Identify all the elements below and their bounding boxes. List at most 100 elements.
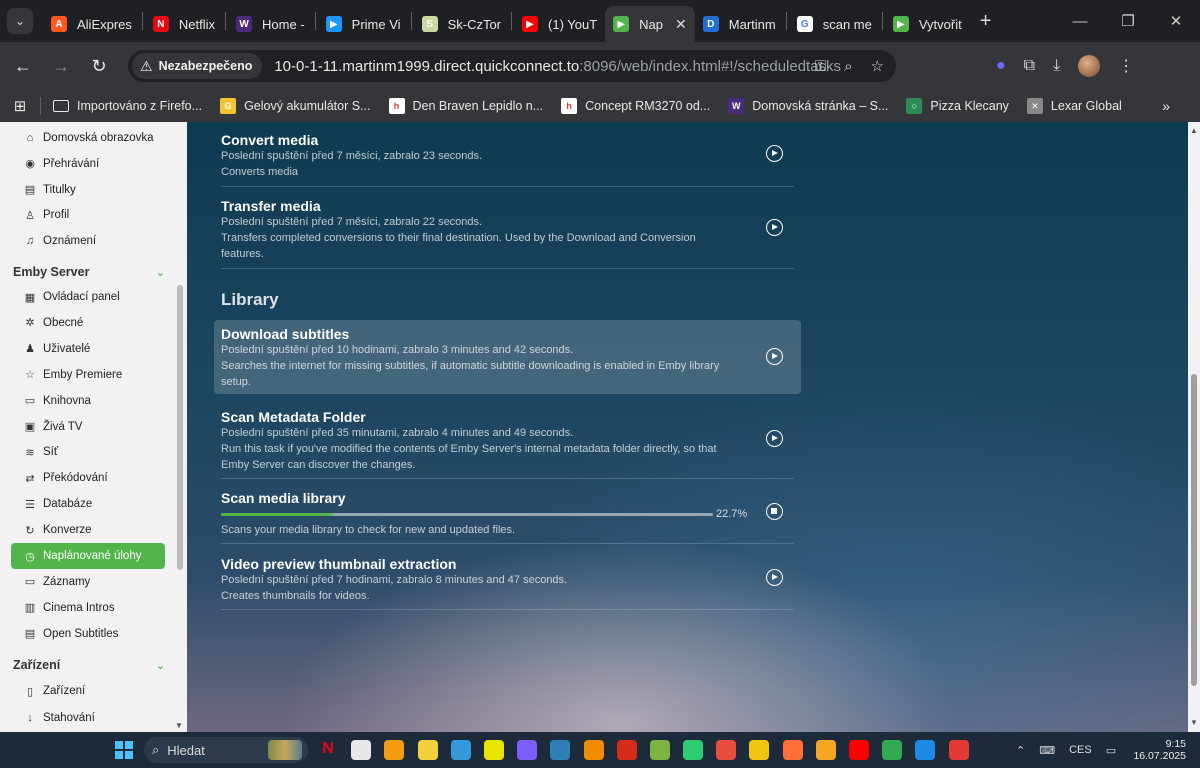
sidebar-item-home[interactable]: ⌂ Domovská obrazovka [11,125,165,151]
tab-9[interactable]: ▶ Vytvořit [885,7,970,41]
taskbar-app-icon[interactable] [483,740,504,760]
tray-chevron-icon[interactable]: ⌃ [1016,744,1025,757]
new-tab-button[interactable]: + [980,10,992,33]
extension-icon[interactable]: ● [996,57,1006,75]
sidebar-item-devices[interactable]: ▯ Zařízení [11,678,165,704]
sidebar-item-wifi[interactable]: ≋ Síť [11,439,165,465]
sidebar-item-folder[interactable]: ▭ Knihovna [11,388,165,414]
keyboard-icon[interactable]: ⌨ [1039,744,1055,757]
sidebar-item-convert[interactable]: ↻ Konverze [11,517,165,543]
sidebar-item-settings[interactable]: ✲ Obecné [11,310,165,336]
address-bar[interactable]: ⚠ Nezabezpečeno 10-0-1-11.martinm1999.di… [128,50,896,82]
extensions-puzzle-icon[interactable]: ⧉ [1024,57,1035,75]
bookmark-item[interactable]: h Den Braven Lepidlo n... [388,98,543,114]
clock[interactable]: 9:15 16.07.2025 [1133,738,1186,762]
minimize-button[interactable]: — [1056,13,1104,30]
bookmark-item[interactable]: ✕ Lexar Global [1026,98,1122,114]
close-window-button[interactable]: ✕ [1152,12,1200,30]
sidebar-item-clock[interactable]: ◷ Naplánované úlohy [11,543,165,569]
tab-7[interactable]: D Martinm [695,7,784,41]
taskbar-app-icon[interactable] [649,740,670,760]
tab-6[interactable]: ▶ Nap ✕ [605,6,695,42]
sidebar-item-subtitles[interactable]: ▤ Titulky [11,177,165,203]
sidebar-item-film[interactable]: ▥ Cinema Intros [11,595,165,621]
sidebar-item-logs[interactable]: ▭ Záznamy [11,569,165,595]
taskbar-app-icon[interactable] [948,740,969,760]
run-task-button[interactable] [766,430,783,447]
taskbar-app-icon[interactable] [583,740,604,760]
run-task-button[interactable] [766,145,783,162]
taskbar-app-icon[interactable] [915,740,936,760]
reload-button[interactable]: ↻ [80,56,118,77]
bookmark-item[interactable]: W Domovská stránka – S... [728,98,888,114]
taskbar-search[interactable]: ⌕ Hledat [144,737,308,763]
security-chip[interactable]: ⚠ Nezabezpečeno [132,53,263,79]
menu-kebab-icon[interactable]: ⋮ [1118,56,1134,76]
sidebar-scrollbar[interactable] [177,285,183,570]
sidebar-item-users[interactable]: ♟ Uživatelé [11,336,165,362]
apps-grid-icon[interactable]: ⊞ [0,97,40,115]
run-task-button[interactable] [766,569,783,586]
tab-0[interactable]: A AliExpres [43,7,140,41]
sidebar-item-tv[interactable]: ▣ Živá TV [11,414,165,440]
tab-8[interactable]: Gscan me [789,7,880,41]
scrollbar-thumb[interactable] [1191,374,1197,686]
taskbar-app-icon[interactable] [517,740,538,760]
bookmark-item[interactable]: h Concept RM3270 od... [561,98,710,114]
profile-avatar[interactable] [1078,55,1101,77]
sidebar-item-star[interactable]: ☆ Emby Premiere [11,362,165,388]
windows-start-icon[interactable] [115,741,133,759]
taskbar-app-icon[interactable] [450,740,471,760]
server-section-heading[interactable]: Emby Server ⌄ [13,265,165,279]
task-item[interactable]: Transfer media Poslední spuštění před 7 m… [214,198,801,262]
task-item[interactable]: Convert media Poslední spuštění před 7 mě… [214,132,801,180]
sidebar-item-dashboard[interactable]: ▦ Ovládací panel [11,284,165,310]
taskbar-app-icon[interactable] [815,740,836,760]
zoom-icon[interactable]: ⌕ [844,58,852,75]
taskbar-app-icon[interactable] [782,740,803,760]
key-icon[interactable]: ⚿ [815,58,826,75]
back-button[interactable]: ← [4,56,42,77]
run-task-button[interactable] [766,219,783,236]
scroll-up-icon[interactable]: ▲ [1190,126,1198,135]
scroll-down-icon[interactable]: ▼ [1190,718,1198,727]
close-tab-icon[interactable]: ✕ [675,16,687,33]
taskbar-app-icon[interactable]: N [318,740,338,760]
sidebar-item-person[interactable]: ♙ Profil [11,202,165,228]
taskbar-app-icon[interactable] [749,740,770,760]
bookmark-star-icon[interactable]: ☆ [871,57,884,75]
stop-task-button[interactable] [766,503,783,520]
taskbar-app-icon[interactable] [683,740,704,760]
sidebar-item-play-circle[interactable]: ◉ Přehrávání [11,151,165,177]
tab-3[interactable]: ▶ Prime Vi [318,7,409,41]
task-item[interactable]: Scan Metadata Folder Poslední spuštění př… [214,409,801,473]
taskbar-app-icon[interactable] [417,740,438,760]
download-icon[interactable]: ⤓ [1053,57,1060,75]
maximize-button[interactable]: ❐ [1104,12,1152,30]
language-indicator[interactable]: CES [1069,744,1092,756]
bookmark-item[interactable]: G Gelový akumulátor S... [220,98,371,114]
taskbar-app-icon[interactable] [882,740,903,760]
bookmark-item[interactable]: Importováno z Firefo... [53,99,202,113]
tab-2[interactable]: W Home - [228,7,313,41]
devices-section-heading[interactable]: Zařízení ⌄ [13,658,165,672]
bookmark-item[interactable]: ○ Pizza Klecany [906,98,1009,114]
url-text[interactable]: 10-0-1-11.martinm1999.direct.quickconnec… [274,58,841,75]
tab-search-button[interactable]: ⌄ [7,8,33,34]
taskbar-app-icon[interactable] [616,740,637,760]
forward-button[interactable]: → [42,56,80,77]
sidebar-item-transcode[interactable]: ⇄ Překódování [11,465,165,491]
network-icon[interactable]: ▭ [1106,744,1116,757]
sidebar-item-subtitles[interactable]: ▤ Open Subtitles [11,621,165,647]
tab-1[interactable]: N Netflix [145,7,223,41]
taskbar-app-icon[interactable] [351,740,372,760]
taskbar-app-icon[interactable] [849,740,869,760]
sidebar-item-database[interactable]: ☰ Databáze [11,491,165,517]
taskbar-app-icon[interactable] [384,740,405,760]
task-item[interactable]: Download subtitles Poslední spuštění před… [214,320,801,394]
sidebar-item-download[interactable]: ↓ Stahování [11,705,165,731]
run-task-button[interactable] [766,348,783,365]
task-item[interactable]: Video preview thumbnail extraction Posled… [214,556,801,604]
taskbar-app-icon[interactable] [550,740,571,760]
sidebar-item-bell[interactable]: ♫ Oznámení [11,228,165,254]
